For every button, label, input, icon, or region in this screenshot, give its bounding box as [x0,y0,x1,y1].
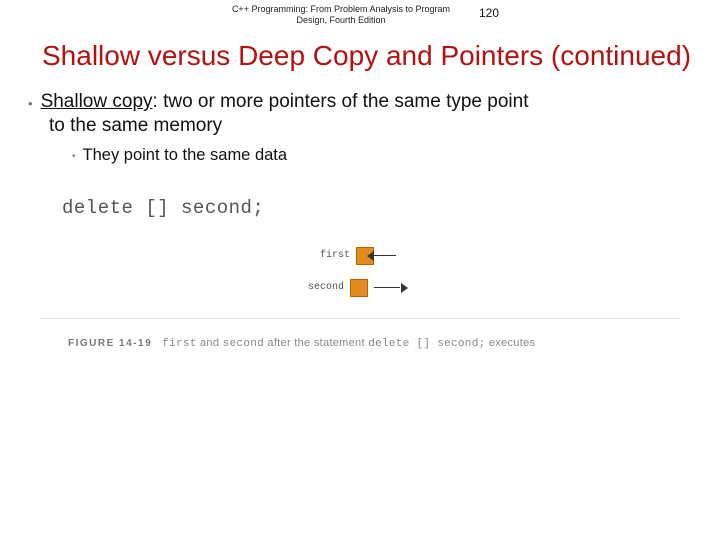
pointer-diagram: first second [40,239,680,319]
pointer-second-row: second [306,279,408,297]
code-snippet: delete [] second; [40,195,680,233]
cap-mid1: and [197,337,223,349]
bullet-dot-icon: • [28,90,33,112]
slide-header: C++ Programming: From Problem Analysis t… [0,0,720,34]
second-box-icon [350,279,368,297]
pointer-first-row: first [312,247,402,265]
bullet-rest: : two or more pointers of the same type … [153,91,529,112]
figure-area: delete [] second; first second FIGURE 14… [40,195,680,350]
slide-title: Shallow versus Deep Copy and Pointers (c… [0,34,720,82]
arrow-right-icon [374,284,408,292]
slide-body: • Shallow copy: two or more pointers of … [0,82,720,165]
cap-m2: second [223,338,264,350]
arrow-left-icon [372,252,402,260]
bullet-1-text: Shallow copy: two or more pointers of th… [41,90,702,114]
bullet-term: Shallow copy [41,91,153,112]
sub-bullet-text: They point to the same data [83,146,288,165]
cap-m3: delete [] second; [368,338,485,350]
bullet-1-cont: to the same memory [28,114,702,138]
cap-post: executes [486,337,536,349]
figure-caption: FIGURE 14-19 first and second after the s… [40,333,680,350]
sub-bullet-1: • They point to the same data [28,138,702,165]
first-label: first [312,250,350,261]
figure-id: FIGURE 14-19 [68,338,152,349]
source-text: C++ Programming: From Problem Analysis t… [221,4,461,26]
bullet-1: • Shallow copy: two or more pointers of … [28,90,702,114]
cap-m1: first [162,338,197,350]
second-label: second [306,282,344,293]
sub-bullet-dot-icon: • [72,146,76,162]
page-number: 120 [479,4,499,20]
cap-mid2: after the statement [264,337,368,349]
